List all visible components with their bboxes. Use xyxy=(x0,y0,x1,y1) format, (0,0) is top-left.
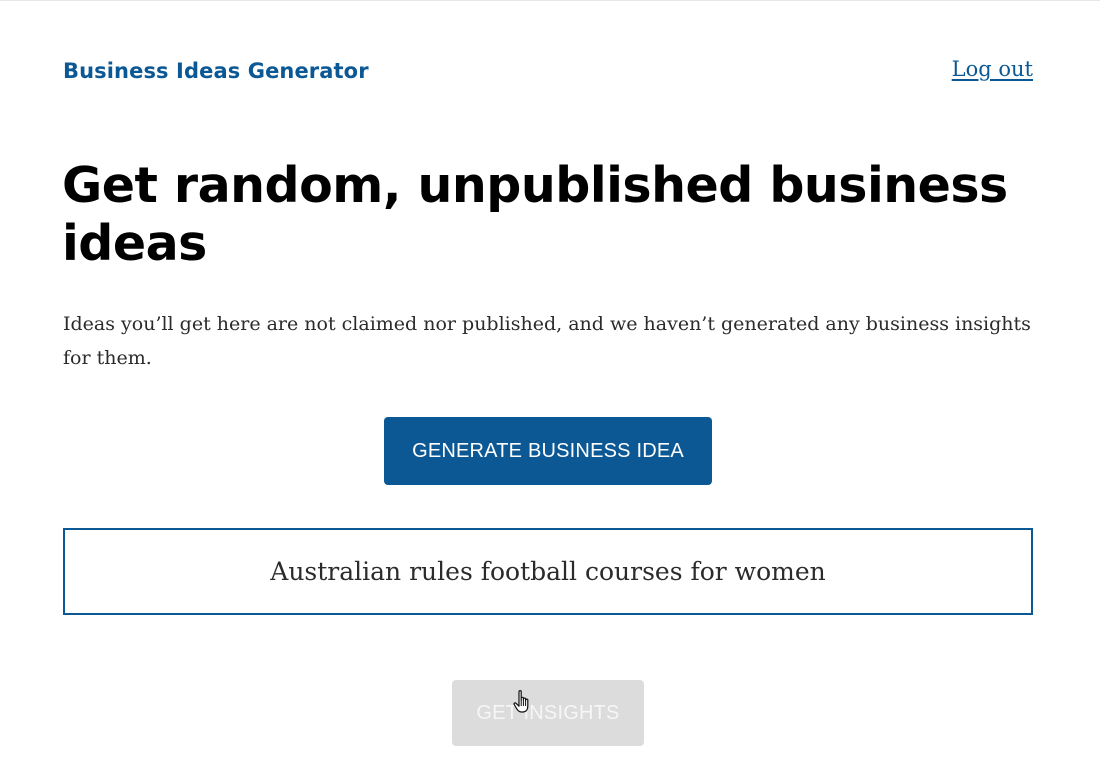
get-insights-button[interactable]: GET INSIGHTS xyxy=(452,680,644,746)
page-title: Get random, unpublished business ideas xyxy=(62,157,1008,272)
idea-text: Australian rules football courses for wo… xyxy=(270,557,826,586)
logout-link[interactable]: Log out xyxy=(952,57,1033,81)
generate-idea-button[interactable]: GENERATE BUSINESS IDEA xyxy=(384,417,712,485)
site-brand[interactable]: Business Ideas Generator xyxy=(63,59,369,83)
hand-pointer-icon xyxy=(513,690,529,713)
intro-text: Ideas you’ll get here are not claimed no… xyxy=(63,313,1031,369)
idea-result-box: Australian rules football courses for wo… xyxy=(63,528,1033,615)
